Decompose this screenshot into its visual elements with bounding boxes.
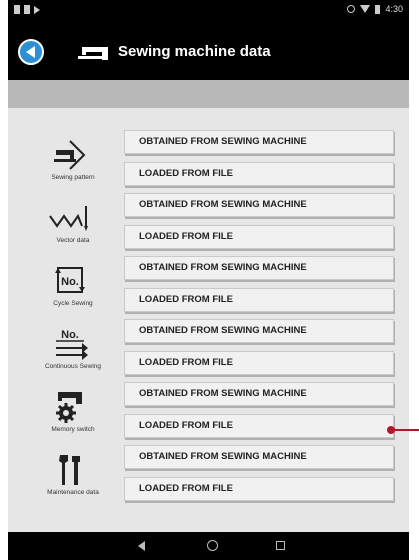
group-memory-switch: Memory switch OBTAINED FROM SEWING MACHI… — [8, 379, 409, 442]
sewing-pattern-icon — [42, 135, 98, 175]
obtained-from-machine-button[interactable]: OBTAINED FROM SEWING MACHINE — [124, 256, 394, 280]
obtained-from-machine-button[interactable]: OBTAINED FROM SEWING MACHINE — [124, 445, 394, 469]
play-icon — [34, 5, 40, 14]
loaded-from-file-button[interactable]: LOADED FROM FILE — [124, 477, 394, 501]
sewing-machine-icon — [78, 47, 108, 60]
group-maintenance-data: Maintenance data OBTAINED FROM SEWING MA… — [8, 442, 409, 505]
loaded-from-file-button[interactable]: LOADED FROM FILE — [124, 225, 394, 249]
group-vector-data: Vector data OBTAINED FROM SEWING MACHINE… — [8, 190, 409, 253]
obtained-from-machine-button[interactable]: OBTAINED FROM SEWING MACHINE — [124, 193, 394, 217]
callout-pointer-dot — [387, 426, 395, 434]
nav-back-icon[interactable] — [138, 541, 145, 551]
group-label: Maintenance data — [47, 489, 99, 496]
notification-icons — [14, 5, 40, 14]
back-arrow-icon[interactable] — [18, 39, 44, 65]
navigation-bar — [8, 532, 409, 560]
obtained-from-machine-button[interactable]: OBTAINED FROM SEWING MACHINE — [124, 382, 394, 406]
group-label: Sewing pattern — [51, 174, 95, 181]
callout-pointer-line — [391, 429, 419, 431]
nav-home-icon[interactable] — [207, 540, 218, 551]
device-screen: 4:30 Sewing machine data Sewing pattern … — [8, 0, 409, 560]
status-time: 4:30 — [385, 4, 403, 14]
group-label: Memory switch — [51, 426, 95, 433]
data-list: Sewing pattern OBTAINED FROM SEWING MACH… — [8, 108, 409, 532]
notification-icon — [24, 5, 30, 14]
system-icons: 4:30 — [347, 4, 403, 14]
cycle-sewing-icon: No. — [42, 261, 98, 301]
loaded-from-file-button[interactable]: LOADED FROM FILE — [124, 351, 394, 375]
memory-switch-icon — [42, 387, 98, 427]
icon-text: No. — [61, 276, 79, 288]
page-title: Sewing machine data — [118, 43, 271, 60]
obtained-from-machine-button[interactable]: OBTAINED FROM SEWING MACHINE — [124, 319, 394, 343]
group-label: Vector data — [56, 237, 90, 244]
group-continuous-sewing: No. Continuous Sewing OBTAINED FROM SEWI… — [8, 316, 409, 379]
loaded-from-file-button[interactable]: LOADED FROM FILE — [124, 162, 394, 186]
group-label: Cycle Sewing — [53, 300, 93, 307]
group-label: Continuous Sewing — [44, 363, 101, 370]
notification-icon — [14, 5, 20, 14]
toolbar-strip — [8, 80, 409, 108]
icon-text: No. — [61, 329, 79, 341]
status-bar: 4:30 — [8, 0, 409, 22]
group-sewing-pattern: Sewing pattern OBTAINED FROM SEWING MACH… — [8, 127, 409, 190]
nav-recent-apps-icon[interactable] — [276, 541, 285, 550]
maintenance-icon — [42, 450, 98, 490]
loaded-from-file-button[interactable]: LOADED FROM FILE — [124, 288, 394, 312]
obtained-from-machine-button[interactable]: OBTAINED FROM SEWING MACHINE — [124, 130, 394, 154]
app-bar: Sewing machine data — [8, 22, 409, 80]
battery-icon — [375, 4, 381, 14]
vector-data-icon — [42, 198, 98, 238]
group-cycle-sewing: No. Cycle Sewing OBTAINED FROM SEWING MA… — [8, 253, 409, 316]
loaded-from-file-button[interactable]: LOADED FROM FILE — [124, 414, 394, 438]
continuous-sewing-icon: No. — [42, 324, 98, 364]
sync-icon — [347, 5, 356, 13]
wifi-icon — [360, 5, 371, 13]
